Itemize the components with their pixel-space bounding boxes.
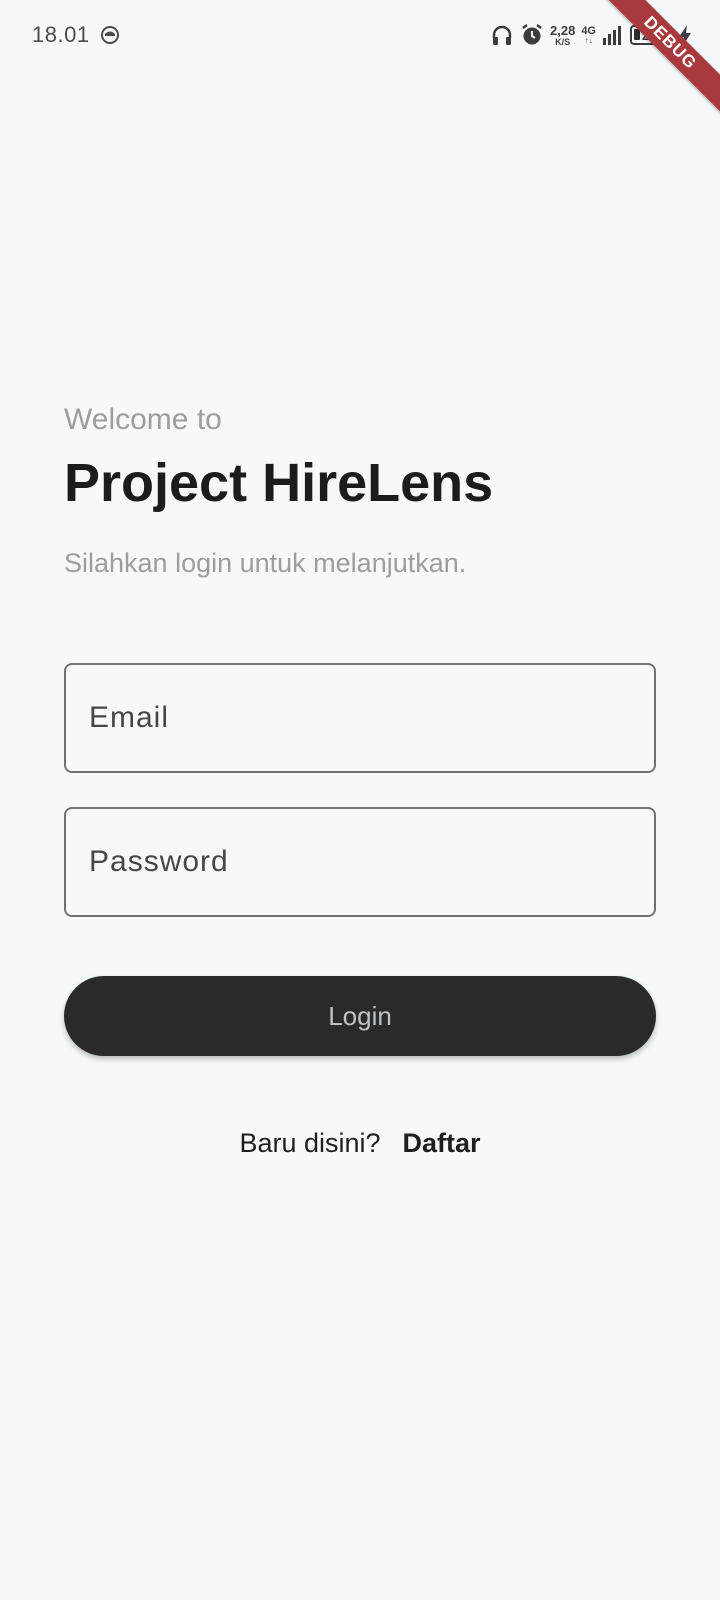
email-field[interactable]: Email [64,663,656,773]
page-title: Project HireLens [64,453,494,513]
speed-unit: K/S [555,36,571,47]
welcome-text: Welcome to [64,403,222,436]
headphones-icon [492,25,512,45]
battery-percent: 20 [642,27,657,43]
subtitle-text: Silahkan login untuk melanjutkan. [64,547,467,578]
signup-link[interactable]: Daftar [403,1128,481,1158]
login-button[interactable]: Login [64,976,656,1056]
status-bar: 18.01 2,28 K/S 4G ↑↓ 20 [0,0,720,72]
battery-icon: 20 [630,25,672,45]
battery-fill [634,29,640,40]
password-placeholder: Password [89,845,229,878]
notification-icon [101,26,119,44]
network-label: 4G [581,24,596,37]
status-time: 18.01 [32,22,90,47]
email-placeholder: Email [89,701,170,734]
login-form: Welcome to Project HireLens Silahkan log… [64,400,656,1158]
alarm-icon [522,24,542,45]
signup-prompt: Baru disini? [239,1128,381,1158]
network-arrows: ↑↓ [584,35,593,45]
network-type: 4G ↑↓ [581,24,596,45]
speed-value: 2,28 [550,22,576,38]
status-icons: 2,28 K/S 4G ↑↓ 20 [490,20,672,50]
signup-row: Baru disini? Daftar [64,1128,656,1159]
network-speed: 2,28 K/S [550,24,575,47]
signal-icon [603,26,621,45]
charging-icon [679,25,691,47]
password-field[interactable]: Password [64,807,656,917]
